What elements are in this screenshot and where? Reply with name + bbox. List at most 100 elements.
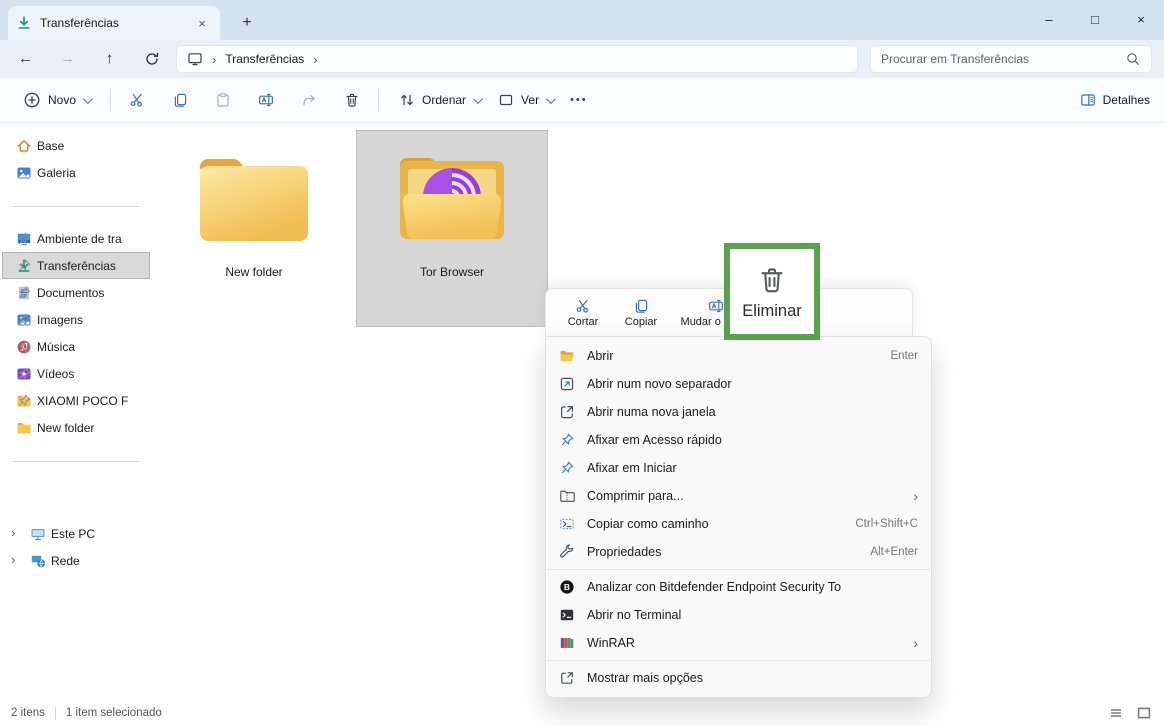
sidebar-item-imagens[interactable]: Imagens xyxy=(2,306,150,333)
command-copiar[interactable]: Copiar xyxy=(612,294,670,332)
cut-button[interactable] xyxy=(122,85,152,115)
details-label: Detalhes xyxy=(1103,93,1150,107)
menu-item-copiar-como-caminho[interactable]: Copiar como caminhoCtrl+Shift+C xyxy=(546,510,931,538)
maximize-button[interactable]: □ xyxy=(1072,0,1118,38)
sidebar-spacer xyxy=(0,480,152,520)
sidebar-item-documentos[interactable]: Documentos xyxy=(2,279,150,306)
menu-shortcut: Alt+Enter xyxy=(870,546,918,558)
sidebar-item-rede[interactable]: › Rede xyxy=(2,547,150,574)
network-icon xyxy=(30,553,46,569)
svg-text:B: B xyxy=(564,582,570,592)
search-box[interactable]: Procurar em Transferências xyxy=(870,45,1152,73)
tab-close-button[interactable]: × xyxy=(192,13,212,33)
expand-chevron-icon[interactable]: › xyxy=(11,525,15,540)
sidebar-item-ambiente-de-tra[interactable]: Ambiente de tra xyxy=(2,225,150,252)
sidebar-divider xyxy=(12,461,140,462)
sidebar-item-label: Rede xyxy=(51,554,80,568)
sidebar-item-label: New folder xyxy=(37,421,94,435)
menu-separator xyxy=(547,660,930,661)
sidebar-item-videos[interactable]: Vídeos xyxy=(2,360,150,387)
folder-large-icon xyxy=(190,147,318,251)
menu-item-comprimir-para[interactable]: Comprimir para...› xyxy=(546,482,931,510)
menu-item-abrir-no-terminal[interactable]: Abrir no Terminal xyxy=(546,601,931,629)
sidebar-item-xiaomi-poco-f[interactable]: XIAOMI POCO F xyxy=(2,387,150,414)
bitdefender-icon: B xyxy=(559,579,575,595)
up-button[interactable]: ↑ xyxy=(94,43,125,74)
menu-item-winrar[interactable]: WinRAR › xyxy=(546,629,931,657)
sidebar-item-este-pc[interactable]: › Este PC xyxy=(2,520,150,547)
pc-icon xyxy=(30,526,46,542)
sidebar-item-galeria[interactable]: Galeria xyxy=(2,159,150,186)
cut-icon xyxy=(129,92,145,108)
sidebar-item-label: Documentos xyxy=(37,286,104,300)
refresh-button[interactable] xyxy=(136,43,167,74)
sidebar-item-musica[interactable]: Música xyxy=(2,333,150,360)
sidebar-item-transferencias[interactable]: Transferências xyxy=(2,252,150,279)
more-options-icon xyxy=(559,670,575,686)
copy-button[interactable] xyxy=(165,85,195,115)
file-name-label: Tor Browser xyxy=(420,265,484,279)
menu-item-analizar-con-bitdefender-endpoint-security-to[interactable]: B Analizar con Bitdefender Endpoint Secur… xyxy=(546,573,931,601)
paste-icon xyxy=(215,92,231,108)
menu-item-abrir-numa-nova-janela[interactable]: Abrir numa nova janela xyxy=(546,398,931,426)
menu-item-abrir[interactable]: Abrir Enter xyxy=(546,342,931,370)
open-new-tab-icon xyxy=(559,376,575,392)
details-pane-button[interactable]: Detalhes xyxy=(1080,92,1150,108)
rename-button[interactable] xyxy=(251,85,281,115)
window-controls: – □ × xyxy=(1026,0,1164,38)
pin-blue-icon xyxy=(559,460,575,476)
menu-item-afixar-em-iniciar[interactable]: Afixar em Iniciar xyxy=(546,454,931,482)
details-pane-icon xyxy=(1080,92,1096,108)
menu-separator xyxy=(547,569,930,570)
gallery-icon xyxy=(16,165,32,181)
sidebar-item-label: Vídeos xyxy=(37,367,74,381)
menu-item-label: Abrir no Terminal xyxy=(587,608,918,622)
menu-shortcut: Enter xyxy=(891,350,919,362)
expand-chevron-icon[interactable]: › xyxy=(11,552,15,567)
toolbar-divider xyxy=(110,89,111,111)
menu-item-afixar-em-acesso-rapido[interactable]: Afixar em Acesso rápido xyxy=(546,426,931,454)
back-button[interactable]: ← xyxy=(10,43,41,74)
submenu-chevron-icon: › xyxy=(913,635,918,651)
sidebar-item-label: Este PC xyxy=(51,527,95,541)
file-item-tor-browser[interactable]: Tor Browser xyxy=(356,130,548,327)
new-button-label: Novo xyxy=(48,93,76,107)
minimize-button[interactable]: – xyxy=(1026,0,1072,38)
breadcrumb-chevron-icon: › xyxy=(212,52,216,67)
pin-icon xyxy=(16,258,32,274)
chevron-down-icon xyxy=(546,94,556,104)
list-view-button[interactable] xyxy=(1108,705,1124,721)
pin-icon xyxy=(16,312,32,328)
menu-item-label: Abrir xyxy=(587,349,883,363)
refresh-icon xyxy=(144,51,160,67)
menu-item-label: Analizar con Bitdefender Endpoint Securi… xyxy=(587,580,918,594)
file-item-new-folder[interactable]: New folder xyxy=(158,130,350,327)
sort-button[interactable]: Ordenar xyxy=(390,86,489,114)
rename-icon xyxy=(258,92,274,108)
menu-item-mostrar-mais-opcoes[interactable]: Mostrar mais opções xyxy=(546,664,931,692)
pin-icon xyxy=(16,393,32,409)
sort-button-label: Ordenar xyxy=(422,93,466,107)
new-button[interactable]: Novo xyxy=(14,85,99,115)
new-tab-button[interactable]: + xyxy=(234,11,260,35)
menu-item-label: Mostrar mais opções xyxy=(587,671,918,685)
sidebar-item-base[interactable]: Base xyxy=(2,132,150,159)
menu-item-propriedades[interactable]: PropriedadesAlt+Enter xyxy=(546,538,931,566)
breadcrumb[interactable]: › Transferências › xyxy=(176,45,858,73)
tab-transferencias[interactable]: Transferências × xyxy=(8,6,220,40)
close-button[interactable]: × xyxy=(1118,0,1164,38)
pin-icon xyxy=(16,366,32,382)
sidebar-item-label: Galeria xyxy=(37,166,76,180)
view-button[interactable]: Ver xyxy=(489,86,562,114)
delete-button[interactable] xyxy=(337,85,367,115)
more-options-button[interactable]: ••• xyxy=(562,94,596,106)
sidebar-item-new-folder[interactable]: New folder xyxy=(2,414,150,441)
copy-path-icon xyxy=(559,516,575,532)
thumbnail-view-button[interactable] xyxy=(1136,705,1152,721)
annotation-label: Eliminar xyxy=(742,302,802,321)
menu-item-label: WinRAR xyxy=(587,636,905,650)
menu-item-abrir-num-novo-separador[interactable]: Abrir num novo separador xyxy=(546,370,931,398)
selected-count: 1 item selecionado xyxy=(66,707,162,719)
command-cortar[interactable]: Cortar xyxy=(554,294,612,332)
breadcrumb-item-transferencias[interactable]: Transferências xyxy=(225,52,304,66)
